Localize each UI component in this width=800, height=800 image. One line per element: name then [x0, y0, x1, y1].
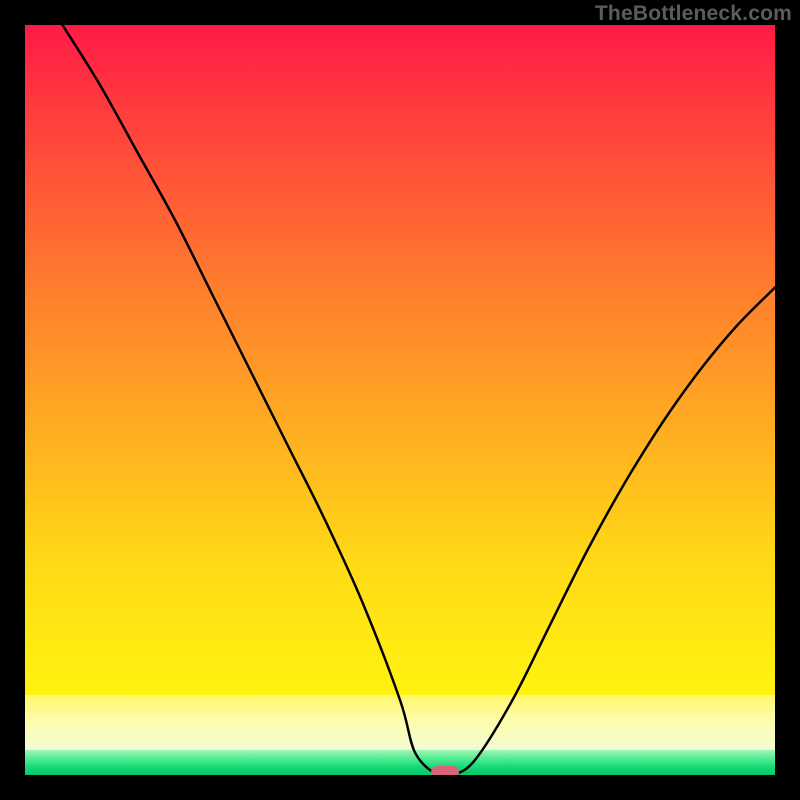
chart-frame: TheBottleneck.com	[0, 0, 800, 800]
bottleneck-curve-path	[63, 25, 776, 775]
optimum-marker	[431, 766, 459, 776]
plot-area	[25, 25, 775, 775]
watermark-text: TheBottleneck.com	[595, 2, 792, 26]
bottleneck-curve	[25, 25, 775, 775]
